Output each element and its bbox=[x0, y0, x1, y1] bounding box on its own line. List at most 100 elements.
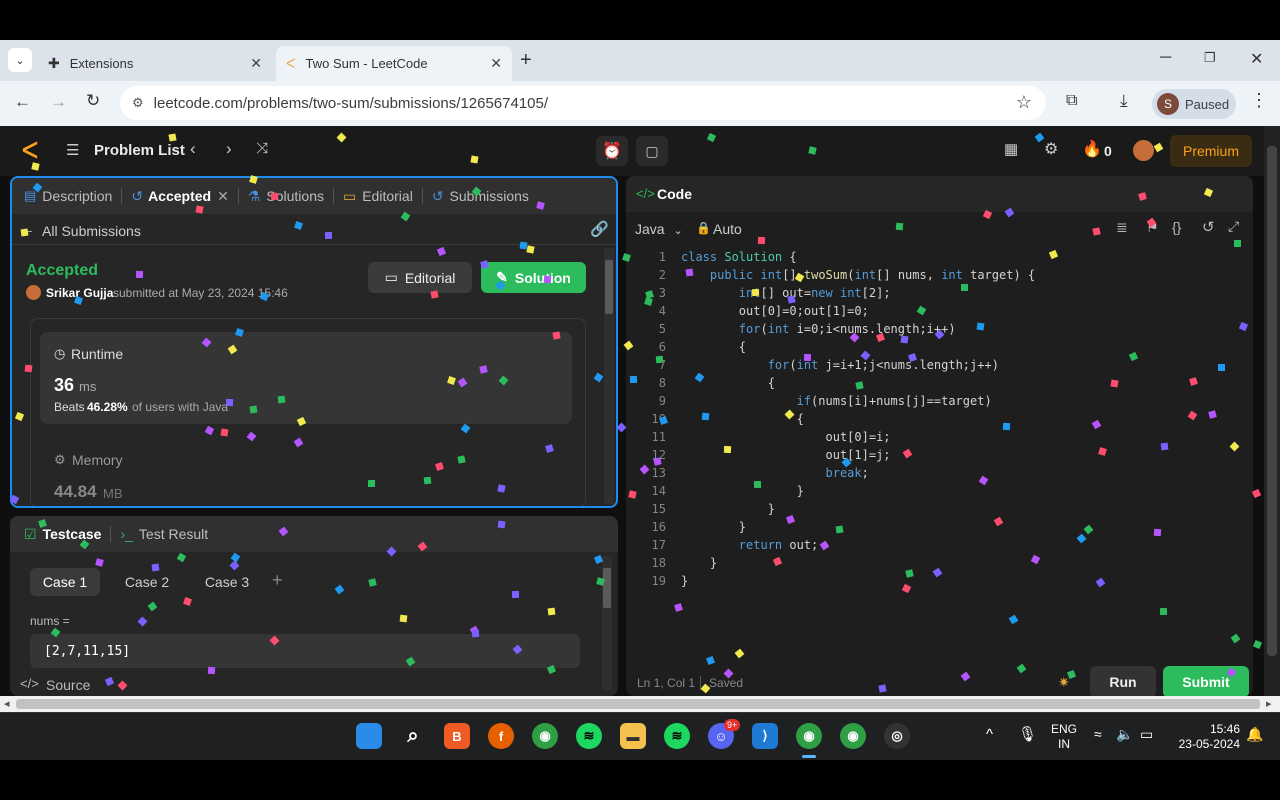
tab-editorial[interactable]: Editorial bbox=[362, 188, 413, 204]
notification-icon[interactable]: 🔔 bbox=[1246, 726, 1263, 743]
submitter-name[interactable]: Srikar Gujja bbox=[46, 286, 113, 300]
problem-list-link[interactable]: Problem List bbox=[94, 142, 185, 159]
forward-icon[interactable]: → bbox=[50, 92, 67, 112]
streak-icon[interactable]: 🔥 bbox=[1082, 139, 1102, 159]
back-icon[interactable]: ← bbox=[14, 92, 31, 112]
firefox-icon[interactable]: f bbox=[488, 723, 514, 749]
case-2-button[interactable]: Case 2 bbox=[112, 568, 182, 596]
editorial-button[interactable]: ▭ Editorial bbox=[368, 262, 472, 293]
chrome-icon[interactable]: ◉ bbox=[840, 723, 866, 749]
tab-test-result[interactable]: Test Result bbox=[139, 526, 208, 542]
close-window-icon[interactable]: ✕ bbox=[1250, 49, 1263, 69]
extensions-icon[interactable]: ⧉ bbox=[1066, 92, 1077, 110]
debug-icon[interactable]: ✷ bbox=[1058, 674, 1070, 691]
url-bar[interactable]: ⚙ leetcode.com/problems/two-sum/submissi… bbox=[120, 86, 1046, 120]
submission-panel: ▤ Description ↺ Accepted ✕ ⚗ Solutions ▭… bbox=[10, 176, 618, 508]
vscode-icon[interactable]: ⟩ bbox=[752, 723, 778, 749]
notes-icon[interactable]: ▢ bbox=[636, 136, 668, 166]
site-info-icon[interactable]: ⚙ bbox=[132, 95, 144, 111]
volume-icon[interactable]: 🔈 bbox=[1116, 726, 1133, 743]
search-icon[interactable]: ⌕ bbox=[400, 723, 426, 749]
reset-icon[interactable]: ↺ bbox=[1202, 218, 1215, 236]
tab-submissions[interactable]: Submissions bbox=[450, 188, 529, 204]
settings-gear-icon[interactable]: ⚙ bbox=[1044, 139, 1058, 159]
close-tab-icon[interactable]: ✕ bbox=[250, 55, 262, 72]
add-case-button[interactable]: + bbox=[272, 570, 283, 591]
profile-button[interactable]: S Paused bbox=[1152, 89, 1236, 119]
downloads-icon[interactable]: ⤓ bbox=[1120, 91, 1128, 111]
user-avatar[interactable] bbox=[1133, 140, 1154, 161]
premium-button[interactable]: Premium bbox=[1170, 135, 1252, 167]
page-scrollbar[interactable] bbox=[1264, 126, 1280, 696]
runtime-card[interactable]: ◷ Runtime 36 ms Beats 46.28% of users wi… bbox=[40, 332, 572, 424]
case-3-button[interactable]: Case 3 bbox=[192, 568, 262, 596]
back-arrow-icon[interactable]: ← bbox=[20, 221, 35, 238]
code-line: out[0]=i; bbox=[681, 430, 891, 444]
layout-icon[interactable]: ▦ bbox=[1004, 140, 1018, 158]
scrollbar-thumb[interactable] bbox=[605, 260, 613, 314]
source-button[interactable]: Source bbox=[46, 677, 90, 693]
format-icon[interactable]: ≣ bbox=[1116, 219, 1128, 236]
chrome-icon[interactable]: ◉ bbox=[796, 723, 822, 749]
battery-icon[interactable]: ▭ bbox=[1140, 726, 1153, 743]
chevron-up-icon[interactable]: ^ bbox=[986, 726, 993, 743]
tab-description[interactable]: Description bbox=[42, 188, 112, 204]
case-1-button[interactable]: Case 1 bbox=[30, 568, 100, 596]
submit-button[interactable]: Submit bbox=[1163, 666, 1249, 696]
brave-icon[interactable]: B bbox=[444, 723, 470, 749]
braces-icon[interactable]: {} bbox=[1172, 219, 1181, 235]
leetcode-logo-icon[interactable]: ᐸ bbox=[22, 138, 38, 164]
prev-problem-icon[interactable]: ‹ bbox=[190, 139, 196, 159]
timer-icon[interactable]: ⏰ bbox=[596, 136, 628, 166]
tab-two-sum[interactable]: ᐸ Two Sum - LeetCode ✕ bbox=[276, 46, 512, 81]
run-button[interactable]: Run bbox=[1090, 666, 1156, 696]
scrollbar-thumb[interactable] bbox=[1267, 146, 1277, 656]
spotify-icon[interactable]: ≋ bbox=[576, 723, 602, 749]
reload-icon[interactable]: ↻ bbox=[86, 91, 100, 111]
tab-extensions[interactable]: ✚ Extensions ✕ bbox=[40, 46, 272, 81]
clock[interactable]: 15:46 23-05-2024 bbox=[1168, 722, 1240, 752]
close-tab-icon[interactable]: ✕ bbox=[217, 188, 229, 205]
scroll-right-icon[interactable]: ▸ bbox=[1266, 697, 1272, 710]
tab-search-button[interactable]: ⌄ bbox=[8, 48, 32, 72]
share-link-icon[interactable]: 🔗 bbox=[590, 220, 609, 238]
code-line: { bbox=[681, 376, 775, 390]
bookmark-star-icon[interactable]: ☆ bbox=[1016, 92, 1032, 113]
tab-testcase[interactable]: Testcase bbox=[43, 526, 102, 542]
restore-icon[interactable]: ❐ bbox=[1204, 50, 1216, 66]
code-editor[interactable]: 1 class Solution {2 public int[] twoSum(i… bbox=[626, 250, 1241, 660]
close-tab-icon[interactable]: ✕ bbox=[490, 55, 502, 72]
line-number: 17 bbox=[651, 538, 666, 552]
wifi-icon[interactable]: ≈ bbox=[1094, 726, 1102, 742]
language-indicator[interactable]: ENG IN bbox=[1048, 722, 1080, 752]
file-explorer-icon[interactable]: ▬ bbox=[620, 723, 646, 749]
profile-status: Paused bbox=[1185, 96, 1230, 112]
fullscreen-icon[interactable]: ⤢ bbox=[1228, 218, 1239, 235]
solution-button[interactable]: ✎ Solution bbox=[481, 262, 586, 293]
language-select[interactable]: Java ⌄ bbox=[635, 221, 683, 237]
microphone-icon[interactable]: 🎙 bbox=[1018, 725, 1037, 743]
horizontal-scrollbar[interactable]: ◂ ▸ bbox=[0, 696, 1280, 712]
scrollbar-thumb[interactable] bbox=[603, 568, 611, 608]
input-field[interactable]: [2,7,11,15] bbox=[30, 634, 580, 668]
menu-icon[interactable]: ⋮ bbox=[1250, 90, 1268, 111]
tab-solutions[interactable]: Solutions bbox=[266, 188, 324, 204]
new-tab-button[interactable]: + bbox=[520, 49, 532, 72]
all-submissions-link[interactable]: All Submissions bbox=[42, 223, 141, 239]
code-title-bar bbox=[626, 176, 1253, 212]
chrome-icon[interactable]: ◉ bbox=[532, 723, 558, 749]
flask-icon: ⚗ bbox=[247, 187, 261, 204]
shuffle-icon[interactable]: ⤨ bbox=[256, 140, 268, 157]
obs-icon[interactable]: ◎ bbox=[884, 723, 910, 749]
scroll-left-icon[interactable]: ◂ bbox=[4, 697, 10, 710]
spotify-icon[interactable]: ≋ bbox=[664, 723, 690, 749]
testcase-scrollbar[interactable] bbox=[602, 556, 612, 690]
auto-mode[interactable]: Auto bbox=[713, 221, 742, 237]
tab-accepted[interactable]: Accepted bbox=[148, 188, 211, 204]
windows-start-icon[interactable] bbox=[356, 723, 382, 749]
panel-scrollbar[interactable] bbox=[604, 248, 614, 504]
bookmark-icon[interactable]: ⚑ bbox=[1146, 219, 1159, 236]
scrollbar-thumb[interactable] bbox=[16, 699, 1260, 709]
minimize-icon[interactable]: ─ bbox=[1160, 49, 1171, 67]
next-problem-icon[interactable]: › bbox=[226, 139, 232, 159]
